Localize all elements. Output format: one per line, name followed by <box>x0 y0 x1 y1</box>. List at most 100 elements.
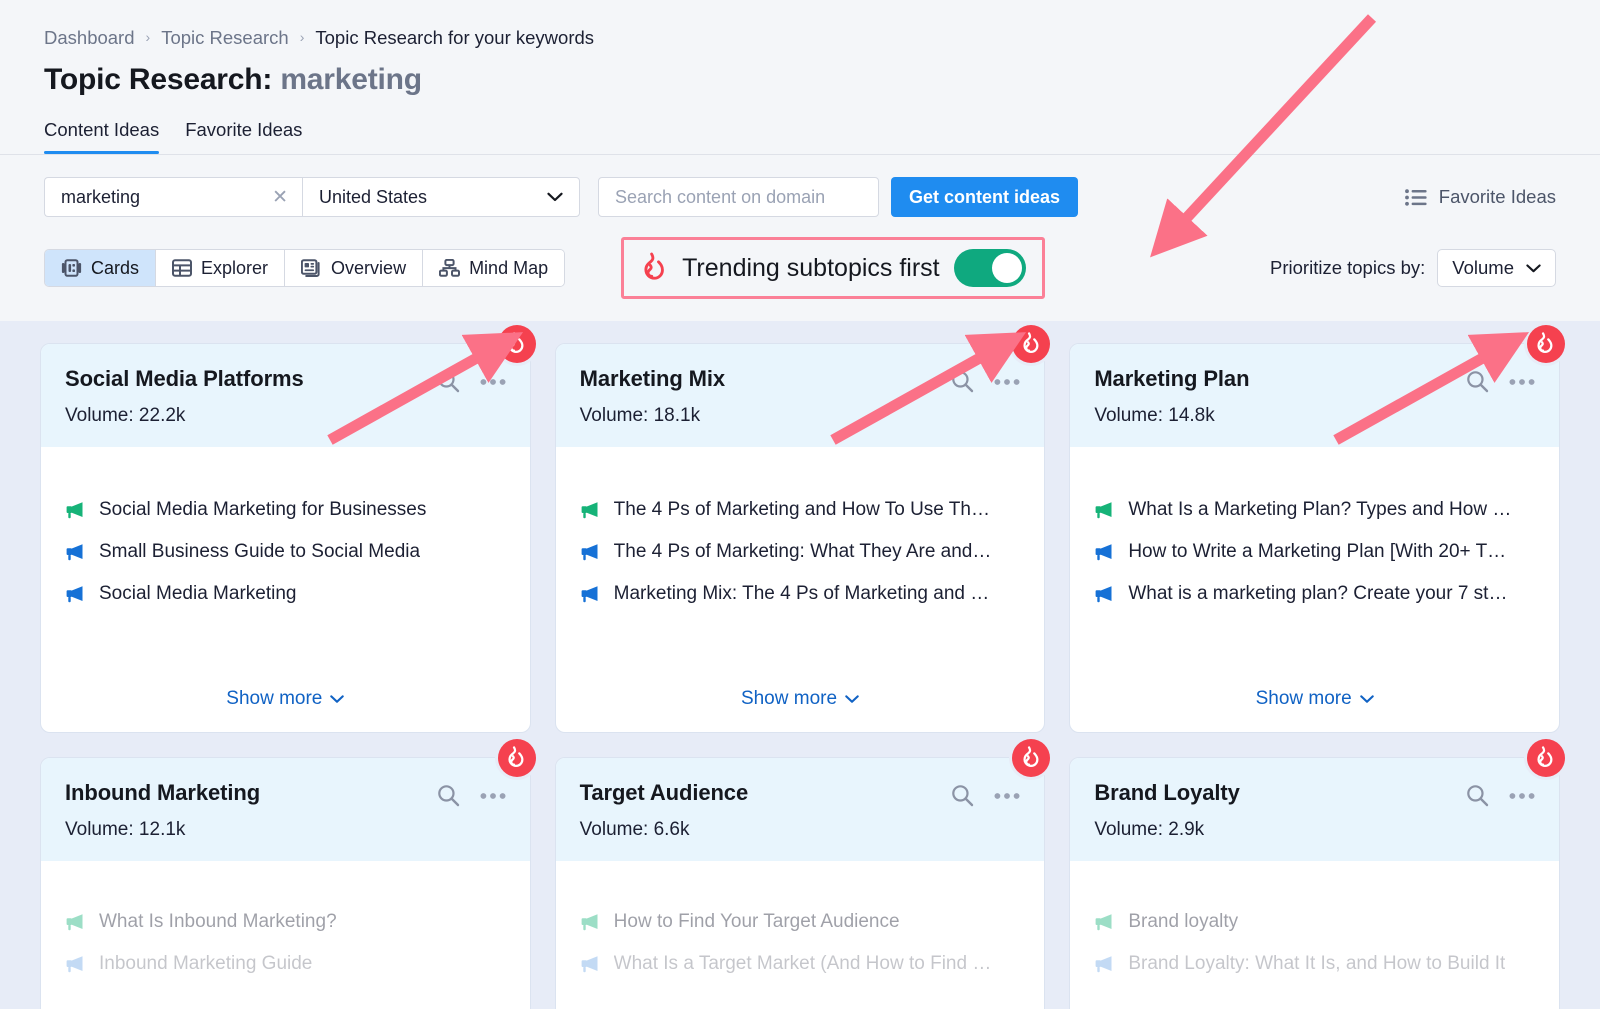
megaphone-icon <box>66 544 83 561</box>
trending-badge[interactable] <box>497 325 536 363</box>
idea-row[interactable]: What Is a Target Market (And How to Find… <box>580 953 1021 975</box>
ellipsis-icon[interactable] <box>1509 792 1535 800</box>
view-button-overview[interactable]: Overview <box>285 250 424 286</box>
search-icon[interactable] <box>951 784 974 807</box>
tab-bar: Content Ideas Favorite Ideas <box>0 97 1600 154</box>
tab-favorite-ideas[interactable]: Favorite Ideas <box>185 119 302 154</box>
idea-title: Brand Loyalty: What It Is, and How to Bu… <box>1128 953 1506 974</box>
topic-card[interactable]: Marketing Mix Volume: 18.1k The 4 Ps of Ma… <box>554 325 1051 733</box>
favorite-ideas-link[interactable]: Favorite Ideas <box>1404 186 1556 208</box>
topic-card[interactable]: Inbound Marketing Volume: 12.1k What Is In… <box>40 739 536 1009</box>
cards-area: Social Media Platforms Volume: 22.2k Socia… <box>0 321 1600 1009</box>
topic-card[interactable]: Brand Loyalty Volume: 2.9k Brand loyalty Br… <box>1069 739 1565 1009</box>
search-icon[interactable] <box>1466 784 1489 807</box>
idea-title: Brand loyalty <box>1128 911 1239 932</box>
chevron-down-icon <box>330 694 345 703</box>
topic-card-title: Social Media Platforms <box>65 366 304 391</box>
controls-bar: marketing ✕ United States Search content… <box>0 155 1600 321</box>
get-content-ideas-button[interactable]: Get content ideas <box>891 177 1079 217</box>
trending-badge[interactable] <box>1526 739 1565 777</box>
trending-badge[interactable] <box>1526 325 1565 363</box>
list-icon <box>1404 188 1427 206</box>
idea-row[interactable]: Marketing Mix: The 4 Ps of Marketing and… <box>580 583 1021 605</box>
show-more-button[interactable]: Show more <box>1094 688 1535 732</box>
cards-grid: Social Media Platforms Volume: 22.2k Socia… <box>40 325 1565 1009</box>
idea-row[interactable]: How to Find Your Target Audience <box>580 911 1021 933</box>
idea-row[interactable]: What Is Inbound Marketing? <box>65 911 506 933</box>
breadcrumb-item-topic-research[interactable]: Topic Research <box>161 27 289 49</box>
search-icon[interactable] <box>1466 370 1489 393</box>
topic-card-title: Marketing Mix <box>579 366 726 391</box>
close-icon[interactable]: ✕ <box>272 188 288 207</box>
view-button-explorer-label: Explorer <box>201 257 269 278</box>
search-icon[interactable] <box>437 370 460 393</box>
page-title: Topic Research: marketing <box>0 49 1600 97</box>
search-input[interactable]: Search content on domain <box>598 177 879 217</box>
idea-title: Social Media Marketing for Businesses <box>99 499 427 520</box>
idea-row[interactable]: Social Media Marketing <box>65 583 506 605</box>
topic-card[interactable]: Marketing Plan Volume: 14.8k What Is a Mar… <box>1069 325 1565 733</box>
idea-row[interactable]: What Is a Marketing Plan? Types and How … <box>1094 499 1535 521</box>
show-more-button[interactable]: Show more <box>65 688 506 732</box>
favorite-ideas-label: Favorite Ideas <box>1438 186 1556 207</box>
topic-card-volume: Volume: 2.9k <box>1094 819 1205 840</box>
trending-badge[interactable] <box>1012 325 1051 363</box>
megaphone-icon <box>66 586 83 603</box>
search-icon[interactable] <box>437 784 460 807</box>
view-button-mind-map[interactable]: Mind Map <box>423 250 565 286</box>
ellipsis-icon[interactable] <box>480 792 506 800</box>
idea-row[interactable]: Inbound Marketing Guide <box>65 953 506 975</box>
prioritize-topics-control: Prioritize topics by: Volume <box>1270 249 1556 287</box>
idea-title: Inbound Marketing Guide <box>99 953 313 974</box>
topic-card-body: Brand loyalty Brand Loyalty: What It Is, … <box>1070 861 1559 1009</box>
megaphone-icon <box>66 502 83 519</box>
topic-card-body: Social Media Marketing for Businesses Sma… <box>41 447 530 732</box>
idea-row[interactable]: Social Media Marketing for Businesses <box>65 499 506 521</box>
view-button-explorer[interactable]: Explorer <box>156 250 286 286</box>
page-title-keyword: marketing <box>280 63 422 96</box>
megaphone-icon <box>581 956 598 973</box>
page-title-prefix: Topic Research: <box>44 63 273 96</box>
breadcrumb-separator-icon: › <box>145 29 151 45</box>
breadcrumb: Dashboard › Topic Research › Topic Resea… <box>0 0 1600 49</box>
show-more-button[interactable]: Show more <box>580 688 1021 732</box>
trending-badge[interactable] <box>1012 739 1051 777</box>
idea-row[interactable]: What is a marketing plan? Create your 7 … <box>1094 583 1535 605</box>
idea-row[interactable]: Brand loyalty <box>1094 911 1535 933</box>
topic-card-volume: Volume: 14.8k <box>1094 405 1215 426</box>
megaphone-icon <box>66 914 83 931</box>
ellipsis-icon[interactable] <box>994 378 1020 386</box>
search-input-placeholder: Search content on domain <box>615 186 826 207</box>
tab-content-ideas[interactable]: Content Ideas <box>44 119 160 154</box>
breadcrumb-item-dashboard[interactable]: Dashboard <box>44 27 135 49</box>
country-select[interactable]: United States <box>302 177 580 217</box>
ellipsis-icon[interactable] <box>994 792 1020 800</box>
idea-row[interactable]: The 4 Ps of Marketing: What They Are and… <box>580 541 1021 563</box>
view-button-cards-label: Cards <box>91 257 140 278</box>
topic-card-header: Target Audience Volume: 6.6k <box>555 758 1045 861</box>
chevron-down-icon <box>1526 263 1541 272</box>
flame-icon <box>1023 746 1039 768</box>
ellipsis-icon[interactable] <box>480 378 506 386</box>
keyword-input[interactable]: marketing ✕ <box>44 177 302 217</box>
search-icon[interactable] <box>951 370 974 393</box>
trending-badge[interactable] <box>497 739 536 777</box>
idea-title: What Is a Target Market (And How to Find… <box>613 953 992 974</box>
topic-card[interactable]: Social Media Platforms Volume: 22.2k Socia… <box>40 325 536 733</box>
idea-row[interactable]: Small Business Guide to Social Media <box>65 541 506 563</box>
flame-icon <box>1023 332 1039 354</box>
prioritize-topics-select[interactable]: Volume <box>1437 249 1556 287</box>
topic-card-header: Brand Loyalty Volume: 2.9k <box>1070 758 1559 861</box>
flame-icon <box>644 252 664 280</box>
megaphone-icon <box>1095 956 1112 973</box>
idea-row[interactable]: The 4 Ps of Marketing and How To Use Th… <box>580 499 1021 521</box>
idea-row[interactable]: How to Write a Marketing Plan [With 20+ … <box>1094 541 1535 563</box>
idea-row[interactable]: Brand Loyalty: What It Is, and How to Bu… <box>1094 953 1535 975</box>
ellipsis-icon[interactable] <box>1509 378 1535 386</box>
view-button-cards[interactable]: Cards <box>45 250 157 286</box>
topic-card[interactable]: Target Audience Volume: 6.6k How to Find Y… <box>554 739 1051 1009</box>
trending-subtopics-switch[interactable] <box>953 249 1026 287</box>
controls-row-view: Cards Explorer Overview Mind Map Trendin… <box>0 217 1600 321</box>
idea-title: How to Find Your Target Audience <box>613 911 900 932</box>
mindmap-icon <box>439 259 461 277</box>
